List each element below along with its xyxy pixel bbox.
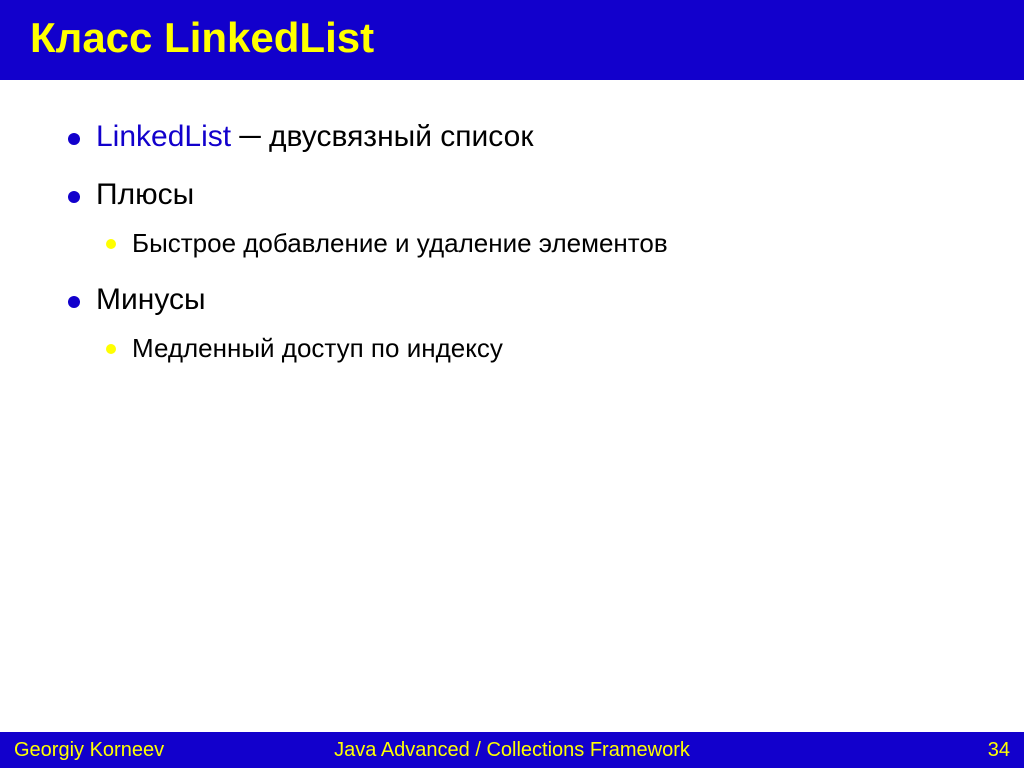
footer-author: Georgiy Korneev bbox=[14, 739, 164, 762]
bullet-text: ─ двусвязный список bbox=[231, 120, 533, 153]
bullet-item-2: Плюсы Быстрое добавление и удаление элем… bbox=[60, 178, 964, 259]
bullet-item-1: LinkedList ─ двусвязный список bbox=[60, 120, 964, 154]
bullet-list: LinkedList ─ двусвязный список Плюсы Быс… bbox=[60, 120, 964, 364]
bullet-text: Минусы bbox=[96, 283, 206, 316]
sub-bullet-item: Быстрое добавление и удаление элементов bbox=[96, 228, 964, 259]
bullet-text: Плюсы bbox=[96, 178, 194, 211]
title-bar: Класс LinkedList bbox=[0, 0, 1024, 80]
slide-title: Класс LinkedList bbox=[30, 14, 994, 62]
slide: Класс LinkedList LinkedList ─ двусвязный… bbox=[0, 0, 1024, 768]
sub-bullet-item: Медленный доступ по индексу bbox=[96, 333, 964, 364]
slide-content: LinkedList ─ двусвязный список Плюсы Быс… bbox=[0, 80, 1024, 768]
footer-page-number: 34 bbox=[988, 739, 1010, 762]
bullet-item-3: Минусы Медленный доступ по индексу bbox=[60, 283, 964, 364]
sub-bullet-list: Медленный доступ по индексу bbox=[96, 333, 964, 364]
sub-bullet-list: Быстрое добавление и удаление элементов bbox=[96, 228, 964, 259]
footer-bar: Georgiy Korneev Java Advanced / Collecti… bbox=[0, 732, 1024, 768]
bullet-highlight: LinkedList bbox=[96, 120, 231, 153]
